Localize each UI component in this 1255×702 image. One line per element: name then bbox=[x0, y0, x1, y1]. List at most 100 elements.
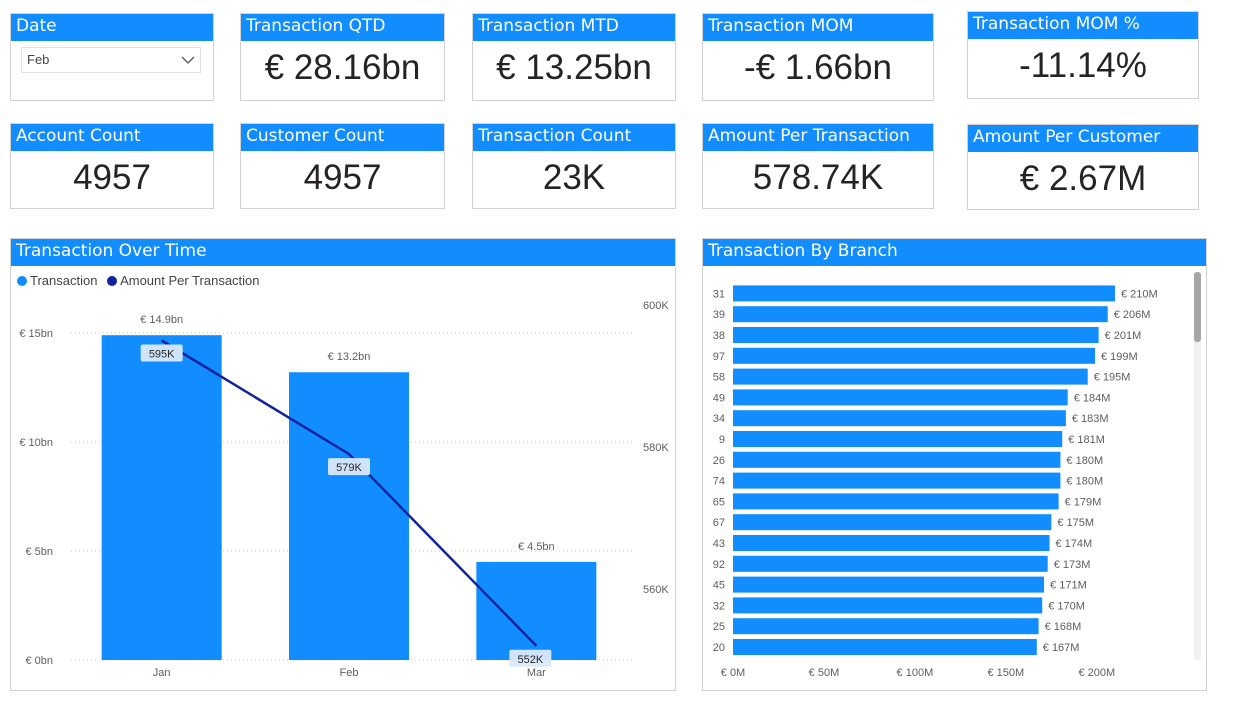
bar bbox=[733, 514, 1052, 531]
kpi-title: Amount Per Customer bbox=[968, 125, 1198, 152]
y-tick-label: 32 bbox=[713, 600, 725, 612]
bar bbox=[733, 368, 1088, 385]
y-tick-label: € 0bn bbox=[25, 655, 53, 667]
y-tick-label: € 5bn bbox=[25, 546, 53, 558]
kpi-card-customer-count: Customer Count 4957 bbox=[240, 123, 445, 209]
branch-bar-chart: 31 € 210M 39 € 206M 38 € 201M 97 € 199M 58 € 195M… bbox=[713, 285, 1158, 679]
x-tick-label: Feb bbox=[340, 667, 359, 679]
kpi-card-transaction-mtd: Transaction MTD € 13.25bn bbox=[472, 13, 676, 101]
line-data-label: 595K bbox=[149, 349, 175, 361]
kpi-value: -11.14% bbox=[1019, 46, 1147, 85]
kpi-title: Transaction MTD bbox=[473, 14, 675, 41]
date-dropdown[interactable]: Feb bbox=[21, 47, 201, 73]
kpi-value: -€ 1.66bn bbox=[744, 48, 892, 87]
kpi-value: 578.74K bbox=[752, 158, 884, 197]
kpi-title: Transaction QTD bbox=[241, 14, 444, 41]
kpi-title: Transaction Count bbox=[473, 124, 675, 151]
kpi-card-amount-per-transaction: Amount Per Transaction 578.74K bbox=[702, 123, 934, 209]
y-tick-label: 74 bbox=[713, 476, 725, 488]
bar bbox=[733, 576, 1045, 593]
bar-data-label: € 175M bbox=[1057, 517, 1094, 529]
scrollbar-thumb[interactable] bbox=[1194, 272, 1201, 342]
bar bbox=[101, 335, 222, 660]
bar-data-label: € 210M bbox=[1121, 288, 1158, 300]
scrollbar-track[interactable] bbox=[1194, 272, 1201, 660]
bar-data-label: € 168M bbox=[1045, 621, 1082, 633]
x-tick-label: € 100M bbox=[897, 667, 934, 679]
chevron-down-icon bbox=[181, 56, 195, 64]
x-tick-label: € 0M bbox=[721, 667, 745, 679]
bar bbox=[733, 347, 1095, 364]
bar-data-label: € 199M bbox=[1101, 351, 1138, 363]
kpi-card-transaction-mom: Transaction MOM -€ 1.66bn bbox=[702, 13, 934, 101]
bar-data-label: € 180M bbox=[1066, 476, 1103, 488]
x-tick-label: Jan bbox=[153, 667, 171, 679]
x-tick-label: € 50M bbox=[809, 667, 840, 679]
combo-chart: € 0bn € 5bn € 10bn € 15bn 560K 580K 600K € 14.9… bbox=[19, 300, 669, 679]
bar-data-label: € 4.5bn bbox=[518, 541, 555, 553]
bar-data-label: € 13.2bn bbox=[328, 351, 371, 363]
y-tick-label: 97 bbox=[713, 351, 725, 363]
y2-tick-label: 560K bbox=[643, 584, 669, 596]
transaction-over-time-card: Transaction Over Time Transaction Amount… bbox=[10, 238, 676, 691]
kpi-value: € 28.16bn bbox=[264, 48, 421, 87]
bar-data-label: € 170M bbox=[1048, 600, 1085, 612]
x-tick-label: € 200M bbox=[1078, 667, 1115, 679]
kpi-card-amount-per-customer: Amount Per Customer € 2.67M bbox=[967, 124, 1199, 210]
y-tick-label: € 15bn bbox=[19, 328, 53, 340]
bar-data-label: € 195M bbox=[1094, 372, 1131, 384]
bar-data-label: € 201M bbox=[1105, 330, 1142, 342]
bar bbox=[733, 493, 1059, 510]
y-tick-label: 20 bbox=[713, 642, 725, 654]
y-tick-label: 39 bbox=[713, 309, 725, 321]
bar bbox=[733, 639, 1037, 655]
line-data-label: 552K bbox=[517, 654, 543, 666]
transaction-by-branch-card: Transaction By Branch 31 € 210M 39 € 206M 38… bbox=[702, 238, 1207, 691]
y-tick-label: 43 bbox=[713, 538, 725, 550]
bar bbox=[733, 285, 1115, 302]
date-dropdown-value: Feb bbox=[27, 52, 50, 67]
x-tick-label: Mar bbox=[527, 667, 546, 679]
kpi-value: 23K bbox=[542, 158, 606, 197]
y-tick-label: 38 bbox=[713, 330, 725, 342]
kpi-title: Transaction MOM bbox=[703, 14, 933, 41]
y-tick-label: 31 bbox=[713, 288, 725, 300]
bar-data-label: € 173M bbox=[1054, 559, 1091, 571]
bar bbox=[733, 306, 1108, 323]
y-tick-label: 45 bbox=[713, 580, 725, 592]
bar-data-label: € 171M bbox=[1050, 580, 1087, 592]
kpi-title: Transaction MOM % bbox=[968, 12, 1198, 39]
kpi-card-account-count: Account Count 4957 bbox=[10, 123, 214, 209]
y-tick-label: 92 bbox=[713, 559, 725, 571]
bar bbox=[733, 410, 1066, 427]
y-tick-label: 49 bbox=[713, 392, 725, 404]
bar bbox=[733, 472, 1061, 489]
date-slicer-card: Date Feb bbox=[10, 13, 214, 101]
y-tick-label: 25 bbox=[713, 621, 725, 633]
y2-tick-label: 580K bbox=[643, 442, 669, 454]
kpi-card-transaction-mom-pct: Transaction MOM % -11.14% bbox=[967, 11, 1199, 99]
bar-data-label: € 174M bbox=[1056, 538, 1093, 550]
bar bbox=[289, 372, 409, 660]
y2-tick-label: 600K bbox=[643, 300, 669, 312]
x-tick-label: € 150M bbox=[988, 667, 1025, 679]
bar bbox=[733, 535, 1050, 551]
y-tick-label: 34 bbox=[713, 413, 725, 425]
kpi-card-transaction-count: Transaction Count 23K bbox=[472, 123, 676, 209]
line-data-label: 579K bbox=[336, 462, 362, 474]
kpi-value: € 2.67M bbox=[1019, 159, 1147, 198]
bar-data-label: € 14.9bn bbox=[140, 314, 183, 326]
y-tick-label: € 10bn bbox=[19, 437, 53, 449]
y-tick-label: 65 bbox=[713, 496, 725, 508]
kpi-title: Amount Per Transaction bbox=[703, 124, 933, 151]
bar bbox=[733, 555, 1048, 572]
bar-data-label: € 181M bbox=[1068, 434, 1105, 446]
bar bbox=[733, 327, 1099, 343]
kpi-value: 4957 bbox=[73, 158, 151, 197]
kpi-card-transaction-qtd: Transaction QTD € 28.16bn bbox=[240, 13, 445, 101]
bar-data-label: € 180M bbox=[1066, 455, 1103, 467]
kpi-value: € 13.25bn bbox=[496, 48, 652, 87]
bar bbox=[733, 451, 1061, 468]
y-tick-label: 9 bbox=[719, 434, 725, 446]
kpi-title: Account Count bbox=[11, 124, 213, 151]
